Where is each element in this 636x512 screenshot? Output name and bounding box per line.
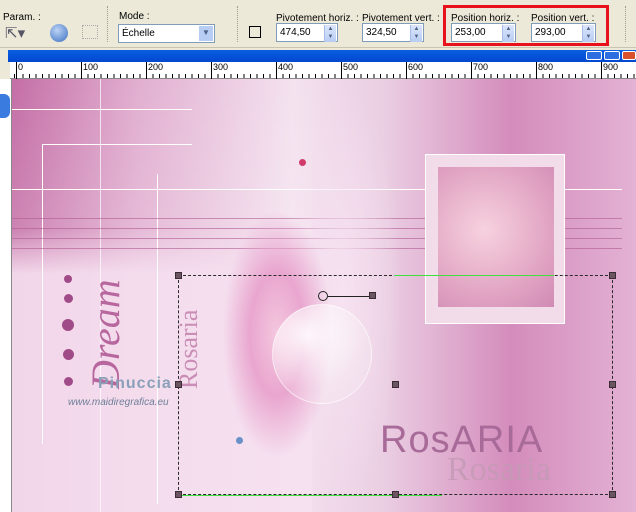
mode-select[interactable]: Échelle ▼ [118, 24, 215, 43]
signature-text: Pinuccia [98, 375, 172, 392]
resize-handle[interactable] [175, 272, 182, 279]
spinner-icon[interactable]: ▲ ▼ [502, 25, 514, 42]
pivot-h-input[interactable]: 474,50 ▲ ▼ [276, 23, 338, 42]
spinner-icon[interactable]: ▲ ▼ [582, 25, 594, 42]
maximize-button[interactable] [604, 51, 620, 60]
ruler-tab [0, 94, 10, 118]
reset-icon[interactable] [50, 24, 68, 42]
resize-handle[interactable] [609, 491, 616, 498]
ruler-tick-label: 900 [601, 62, 618, 79]
position-horiz-input[interactable]: 253,00 ▲ ▼ [451, 23, 516, 42]
pointer-tool-icon[interactable]: ⇱▾ [5, 24, 25, 42]
minimize-button[interactable] [586, 51, 602, 60]
ruler-tick-label: 100 [81, 62, 98, 79]
image-window-titlebar[interactable] [8, 50, 636, 62]
pivot-v-input[interactable]: 324,50 ▲ ▼ [362, 23, 424, 42]
ruler-tick-label: 200 [146, 62, 163, 79]
rotation-handle-end[interactable] [369, 292, 376, 299]
resize-handle[interactable] [392, 491, 399, 498]
resize-handle[interactable] [175, 491, 182, 498]
ruler-tick-label: 0 [16, 62, 23, 79]
spinner-icon[interactable]: ▲ ▼ [324, 25, 336, 42]
pos-h-value: 253,00 [455, 27, 486, 38]
pivot-h-value: 474,50 [280, 27, 311, 38]
close-button[interactable] [622, 51, 636, 60]
ruler-tick-label: 400 [276, 62, 293, 79]
transform-icon[interactable] [82, 25, 98, 39]
pivot-icon[interactable] [249, 26, 261, 38]
ruler-tick-label: 500 [341, 62, 358, 79]
ruler-tick-label: 700 [471, 62, 488, 79]
dream-text: Dream [83, 279, 128, 389]
tool-options-bar: Param. : ⇱▾ Mode : Échelle ▼ Pivotement … [0, 0, 636, 48]
pos-v-value: 293,00 [535, 27, 566, 38]
rotation-handle[interactable] [318, 291, 328, 301]
resize-handle[interactable] [609, 381, 616, 388]
horizontal-ruler: 0 100 200 300 400 500 600 700 800 900 [10, 62, 636, 79]
ruler-tick-label: 600 [406, 62, 423, 79]
vertical-ruler [0, 79, 12, 512]
pivot-v-value: 324,50 [366, 27, 397, 38]
spinner-icon[interactable]: ▲ ▼ [410, 25, 422, 42]
ruler-tick-label: 800 [536, 62, 553, 79]
mode-label: Mode : [119, 11, 150, 22]
pivot-handle[interactable] [392, 381, 399, 388]
chevron-down-icon[interactable]: ▼ [199, 26, 213, 41]
param-label: Param. : [3, 12, 41, 23]
resize-handle[interactable] [175, 381, 182, 388]
mode-value: Échelle [122, 28, 155, 39]
resize-handle[interactable] [609, 272, 616, 279]
ruler-tick-label: 300 [211, 62, 228, 79]
url-text: www.maidiregrafica.eu [68, 397, 169, 408]
image-canvas[interactable]: Dream Rosaria Pinuccia www.maidiregrafic… [12, 79, 636, 512]
position-vert-input[interactable]: 293,00 ▲ ▼ [531, 23, 596, 42]
